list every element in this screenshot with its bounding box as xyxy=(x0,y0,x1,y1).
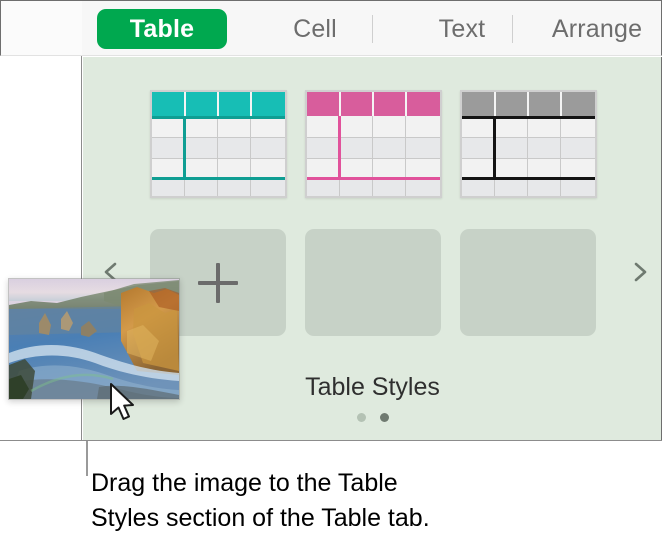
empty-style-slot[interactable] xyxy=(305,229,441,336)
tab-cell[interactable]: Cell xyxy=(260,9,370,49)
tab-text[interactable]: Text xyxy=(407,9,517,49)
screenshot-root: Table Cell Text Arrange Table Styles Dra… xyxy=(0,0,662,546)
table-style-thumbnail[interactable] xyxy=(150,90,287,198)
thumbnail-header-row xyxy=(152,92,285,116)
pagination-dots xyxy=(83,413,661,422)
panel-bottom-border xyxy=(0,440,662,441)
pagination-dot[interactable] xyxy=(356,413,366,422)
tab-separator xyxy=(512,15,513,43)
inspector-tab-bar: Table Cell Text Arrange xyxy=(82,0,662,56)
tab-table[interactable]: Table xyxy=(97,9,227,49)
chevron-right-icon[interactable] xyxy=(626,259,652,285)
tab-arrange[interactable]: Arrange xyxy=(522,9,662,49)
left-gutter-header xyxy=(0,0,82,56)
callout-leader-line xyxy=(86,441,88,476)
thumbnail-header-row xyxy=(307,92,440,116)
caption-text: Drag the image to the Table Styles secti… xyxy=(91,469,430,532)
tab-separator xyxy=(372,15,373,43)
table-style-thumbnail[interactable] xyxy=(460,90,597,198)
dragged-image-thumbnail[interactable] xyxy=(8,278,180,400)
empty-style-slot[interactable] xyxy=(460,229,596,336)
thumbnail-header-row xyxy=(462,92,595,116)
pagination-dot-active[interactable] xyxy=(379,413,389,422)
plus-icon xyxy=(198,262,238,303)
table-style-thumbnail[interactable] xyxy=(305,90,442,198)
